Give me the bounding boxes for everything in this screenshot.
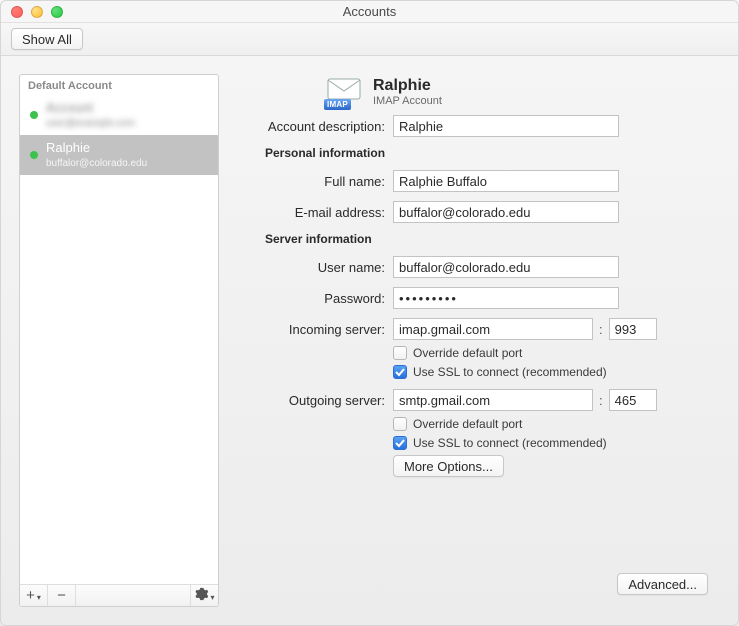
chevron-down-icon: ▾ — [210, 593, 214, 602]
outgoing-ssl-checkbox[interactable] — [393, 436, 407, 450]
section-personal-info: Personal information — [265, 146, 708, 160]
password-input[interactable] — [393, 287, 619, 309]
show-all-button[interactable]: Show All — [11, 28, 83, 50]
sidebar-header: Default Account — [20, 75, 218, 95]
plus-icon: + — [26, 587, 35, 604]
account-form: Account description: Personal informatio… — [235, 115, 708, 477]
titlebar: Accounts — [1, 1, 738, 23]
label-user-name: User name: — [235, 260, 393, 275]
account-sub: buffalor@colorado.edu — [46, 157, 147, 170]
account-list: Default Account Account user@example.com… — [19, 74, 219, 607]
label-password: Password: — [235, 291, 393, 306]
label-override-port: Override default port — [413, 346, 522, 360]
port-separator: : — [599, 393, 603, 408]
remove-account-button[interactable]: − — [48, 585, 76, 606]
mail-icon: IMAP — [327, 78, 361, 106]
label-outgoing: Outgoing server: — [235, 393, 393, 408]
label-use-ssl: Use SSL to connect (recommended) — [413, 436, 607, 450]
section-server-info: Server information — [265, 232, 708, 246]
label-use-ssl: Use SSL to connect (recommended) — [413, 365, 607, 379]
incoming-ssl-checkbox[interactable] — [393, 365, 407, 379]
incoming-override-port-checkbox[interactable] — [393, 346, 407, 360]
gear-icon — [194, 587, 208, 605]
label-account-description: Account description: — [235, 119, 393, 134]
email-input[interactable] — [393, 201, 619, 223]
close-icon[interactable] — [11, 6, 23, 18]
advanced-button[interactable]: Advanced... — [617, 573, 708, 595]
more-options-button[interactable]: More Options... — [393, 455, 504, 477]
port-separator: : — [599, 322, 603, 337]
account-header: IMAP Ralphie IMAP Account — [235, 76, 708, 115]
window-title: Accounts — [1, 4, 738, 19]
toolbar: Show All — [1, 23, 738, 56]
minus-icon: − — [57, 587, 66, 604]
add-account-button[interactable]: +▾ — [20, 585, 48, 606]
zoom-icon[interactable] — [51, 6, 63, 18]
account-type: IMAP Account — [373, 95, 442, 107]
account-item[interactable]: Ralphie buffalor@colorado.edu — [20, 135, 218, 175]
account-detail: IMAP Ralphie IMAP Account Account descri… — [233, 74, 720, 607]
account-name: Ralphie — [46, 140, 147, 157]
outgoing-port-input[interactable] — [609, 389, 657, 411]
account-sub: user@example.com — [46, 117, 135, 130]
account-title: Ralphie — [373, 77, 442, 95]
chevron-down-icon: ▾ — [37, 593, 41, 602]
status-dot-icon — [30, 151, 38, 159]
account-name: Account — [46, 100, 135, 117]
label-override-port: Override default port — [413, 417, 522, 431]
minimize-icon[interactable] — [31, 6, 43, 18]
sidebar-footer: +▾ − ▾ — [20, 584, 218, 606]
window-controls — [11, 6, 63, 18]
settings-button[interactable]: ▾ — [190, 585, 218, 606]
body: Default Account Account user@example.com… — [1, 56, 738, 625]
account-description-input[interactable] — [393, 115, 619, 137]
imap-badge: IMAP — [324, 99, 351, 110]
outgoing-override-port-checkbox[interactable] — [393, 417, 407, 431]
incoming-server-input[interactable] — [393, 318, 593, 340]
user-name-input[interactable] — [393, 256, 619, 278]
label-email: E-mail address: — [235, 205, 393, 220]
accounts-window: Accounts Show All Default Account Accoun… — [0, 0, 739, 626]
label-incoming: Incoming server: — [235, 322, 393, 337]
full-name-input[interactable] — [393, 170, 619, 192]
status-dot-icon — [30, 111, 38, 119]
account-item[interactable]: Account user@example.com — [20, 95, 218, 135]
outgoing-server-input[interactable] — [393, 389, 593, 411]
incoming-port-input[interactable] — [609, 318, 657, 340]
label-full-name: Full name: — [235, 174, 393, 189]
